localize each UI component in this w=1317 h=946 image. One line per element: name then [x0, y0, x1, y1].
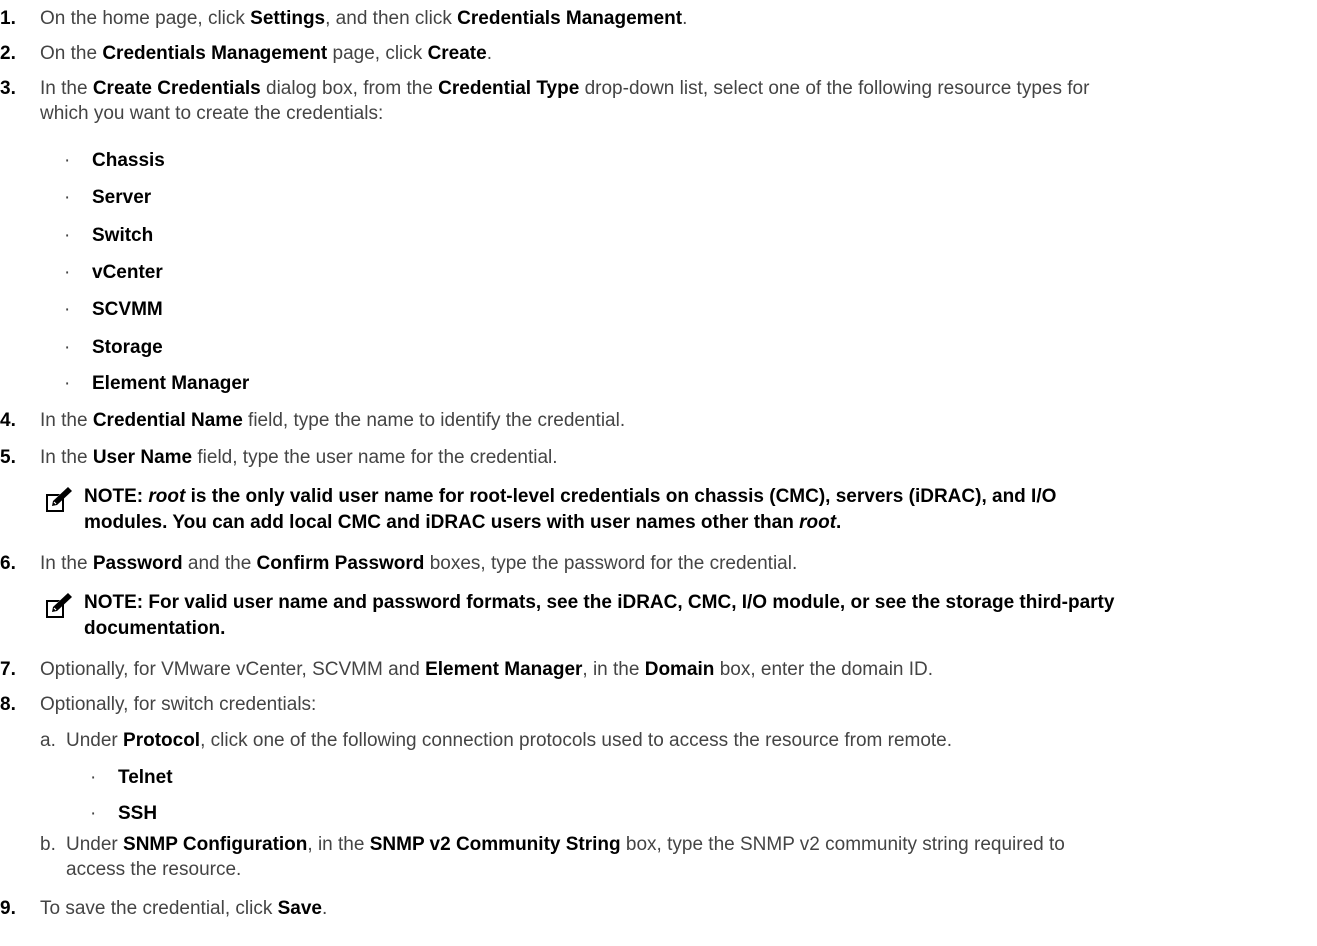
text: Under — [66, 730, 124, 751]
text: modules. You can add local CMC and iDRAC… — [84, 512, 800, 533]
bullet: · — [90, 803, 97, 824]
text: . — [836, 512, 842, 533]
text: , in the — [307, 834, 370, 855]
step-number: 1. — [0, 8, 16, 29]
ui-term: User Name — [92, 447, 193, 468]
note-root-user: NOTE: root is the only valid user name f… — [84, 485, 1056, 535]
text: , click one of the following connection … — [200, 730, 953, 751]
step-number: 8. — [0, 694, 16, 715]
text: and the — [182, 553, 257, 574]
substep-text: Under Protocol, click one of the followi… — [66, 729, 952, 753]
step-text: In the Create Credentials dialog box, fr… — [40, 77, 1089, 101]
text: page, click — [327, 43, 428, 64]
step-text: In the Password and the Confirm Password… — [40, 552, 797, 576]
resource-type-label: Server — [92, 187, 152, 208]
substep-letter: b. — [40, 834, 56, 855]
ui-term: SNMP v2 Community String — [369, 834, 621, 855]
note-label: NOTE: — [84, 486, 149, 507]
ui-term: Confirm Password — [256, 553, 425, 574]
bullet: · — [64, 187, 71, 208]
text: . — [682, 8, 688, 29]
ui-term: Protocol — [123, 730, 201, 751]
step-text: Optionally, for VMware vCenter, SCVMM an… — [40, 658, 933, 682]
step-text: In the User Name field, type the user na… — [40, 446, 558, 470]
text: field, type the name to identify the cre… — [242, 410, 626, 431]
note-line: NOTE: root is the only valid user name f… — [84, 485, 1056, 509]
text: box, type the SNMP v2 community string r… — [620, 834, 1065, 855]
resource-type-label: Storage — [92, 337, 163, 358]
note-pencil-icon — [46, 487, 72, 512]
text: . — [486, 43, 492, 64]
step-text: On the Credentials Management page, clic… — [40, 42, 492, 66]
bullet: · — [64, 150, 71, 171]
step-text-continued: which you want to create the credentials… — [40, 103, 384, 124]
text: In the — [40, 78, 93, 99]
note-password-formats: NOTE: For valid user name and password f… — [84, 591, 1114, 641]
ui-term: Create — [427, 43, 487, 64]
step-number: 6. — [0, 553, 16, 574]
text: boxes, type the password for the credent… — [424, 553, 798, 574]
ui-term: Create Credentials — [92, 78, 261, 99]
text: On the home page, click — [40, 8, 251, 29]
note-pencil-icon — [46, 593, 72, 618]
ui-term: Password — [92, 553, 183, 574]
text: . — [322, 898, 328, 919]
ui-term: Credential Type — [438, 78, 580, 99]
resource-type-label: SCVMM — [92, 299, 163, 320]
bullet: · — [90, 767, 97, 788]
text: field, type the user name for the creden… — [192, 447, 558, 468]
emphasis: root — [148, 486, 186, 507]
resource-type-label: Element Manager — [92, 373, 250, 394]
bullet: · — [64, 225, 71, 246]
text: In the — [40, 447, 93, 468]
step-number: 2. — [0, 43, 16, 64]
substep-text: Under SNMP Configuration, in the SNMP v2… — [66, 833, 1065, 857]
ui-term: SNMP Configuration — [123, 834, 308, 855]
ui-term: Element Manager — [425, 659, 583, 680]
text: In the — [40, 553, 93, 574]
step-number: 9. — [0, 898, 16, 919]
text: dialog box, from the — [260, 78, 439, 99]
protocol-label: Telnet — [118, 767, 173, 788]
resource-type-label: vCenter — [92, 262, 163, 283]
text: , and then click — [325, 8, 458, 29]
substep-letter: a. — [40, 730, 56, 751]
step-number: 4. — [0, 410, 16, 431]
step-number: 5. — [0, 447, 16, 468]
ui-term: Settings — [250, 8, 326, 29]
note-line: documentation. — [84, 618, 226, 639]
text: On the — [40, 43, 103, 64]
text: drop-down list, select one of the follow… — [579, 78, 1090, 99]
step-number: 3. — [0, 78, 16, 99]
text: Optionally, for VMware vCenter, SCVMM an… — [40, 659, 426, 680]
text: , in the — [582, 659, 645, 680]
text: is the only valid user name for root-lev… — [185, 486, 1057, 507]
step-number: 7. — [0, 659, 16, 680]
procedure-document: 1. On the home page, click Settings, and… — [0, 0, 1317, 946]
note-line: modules. You can add local CMC and iDRAC… — [84, 511, 1056, 535]
ui-term: Domain — [644, 659, 715, 680]
emphasis: root — [799, 512, 837, 533]
step-text: To save the credential, click Save. — [40, 897, 327, 921]
ui-term: Save — [277, 898, 322, 919]
step-text: In the Credential Name field, type the n… — [40, 409, 625, 433]
text: Under — [66, 834, 124, 855]
bullet: · — [64, 299, 71, 320]
step-text: Optionally, for switch credentials: — [40, 694, 317, 715]
text: In the — [40, 410, 93, 431]
resource-type-label: Chassis — [92, 150, 165, 171]
protocol-label: SSH — [118, 803, 158, 824]
resource-type-label: Switch — [92, 225, 154, 246]
bullet: · — [64, 262, 71, 283]
substep-text-continued: access the resource. — [66, 859, 242, 880]
step-text: On the home page, click Settings, and th… — [40, 7, 687, 31]
ui-term: Credentials Management — [102, 43, 328, 64]
ui-term: Credential Name — [92, 410, 243, 431]
note-line: NOTE: For valid user name and password f… — [84, 592, 1115, 613]
text: To save the credential, click — [40, 898, 278, 919]
bullet: · — [64, 337, 71, 358]
ui-term: Credentials Management — [457, 8, 683, 29]
bullet: · — [64, 373, 71, 394]
text: box, enter the domain ID. — [714, 659, 934, 680]
